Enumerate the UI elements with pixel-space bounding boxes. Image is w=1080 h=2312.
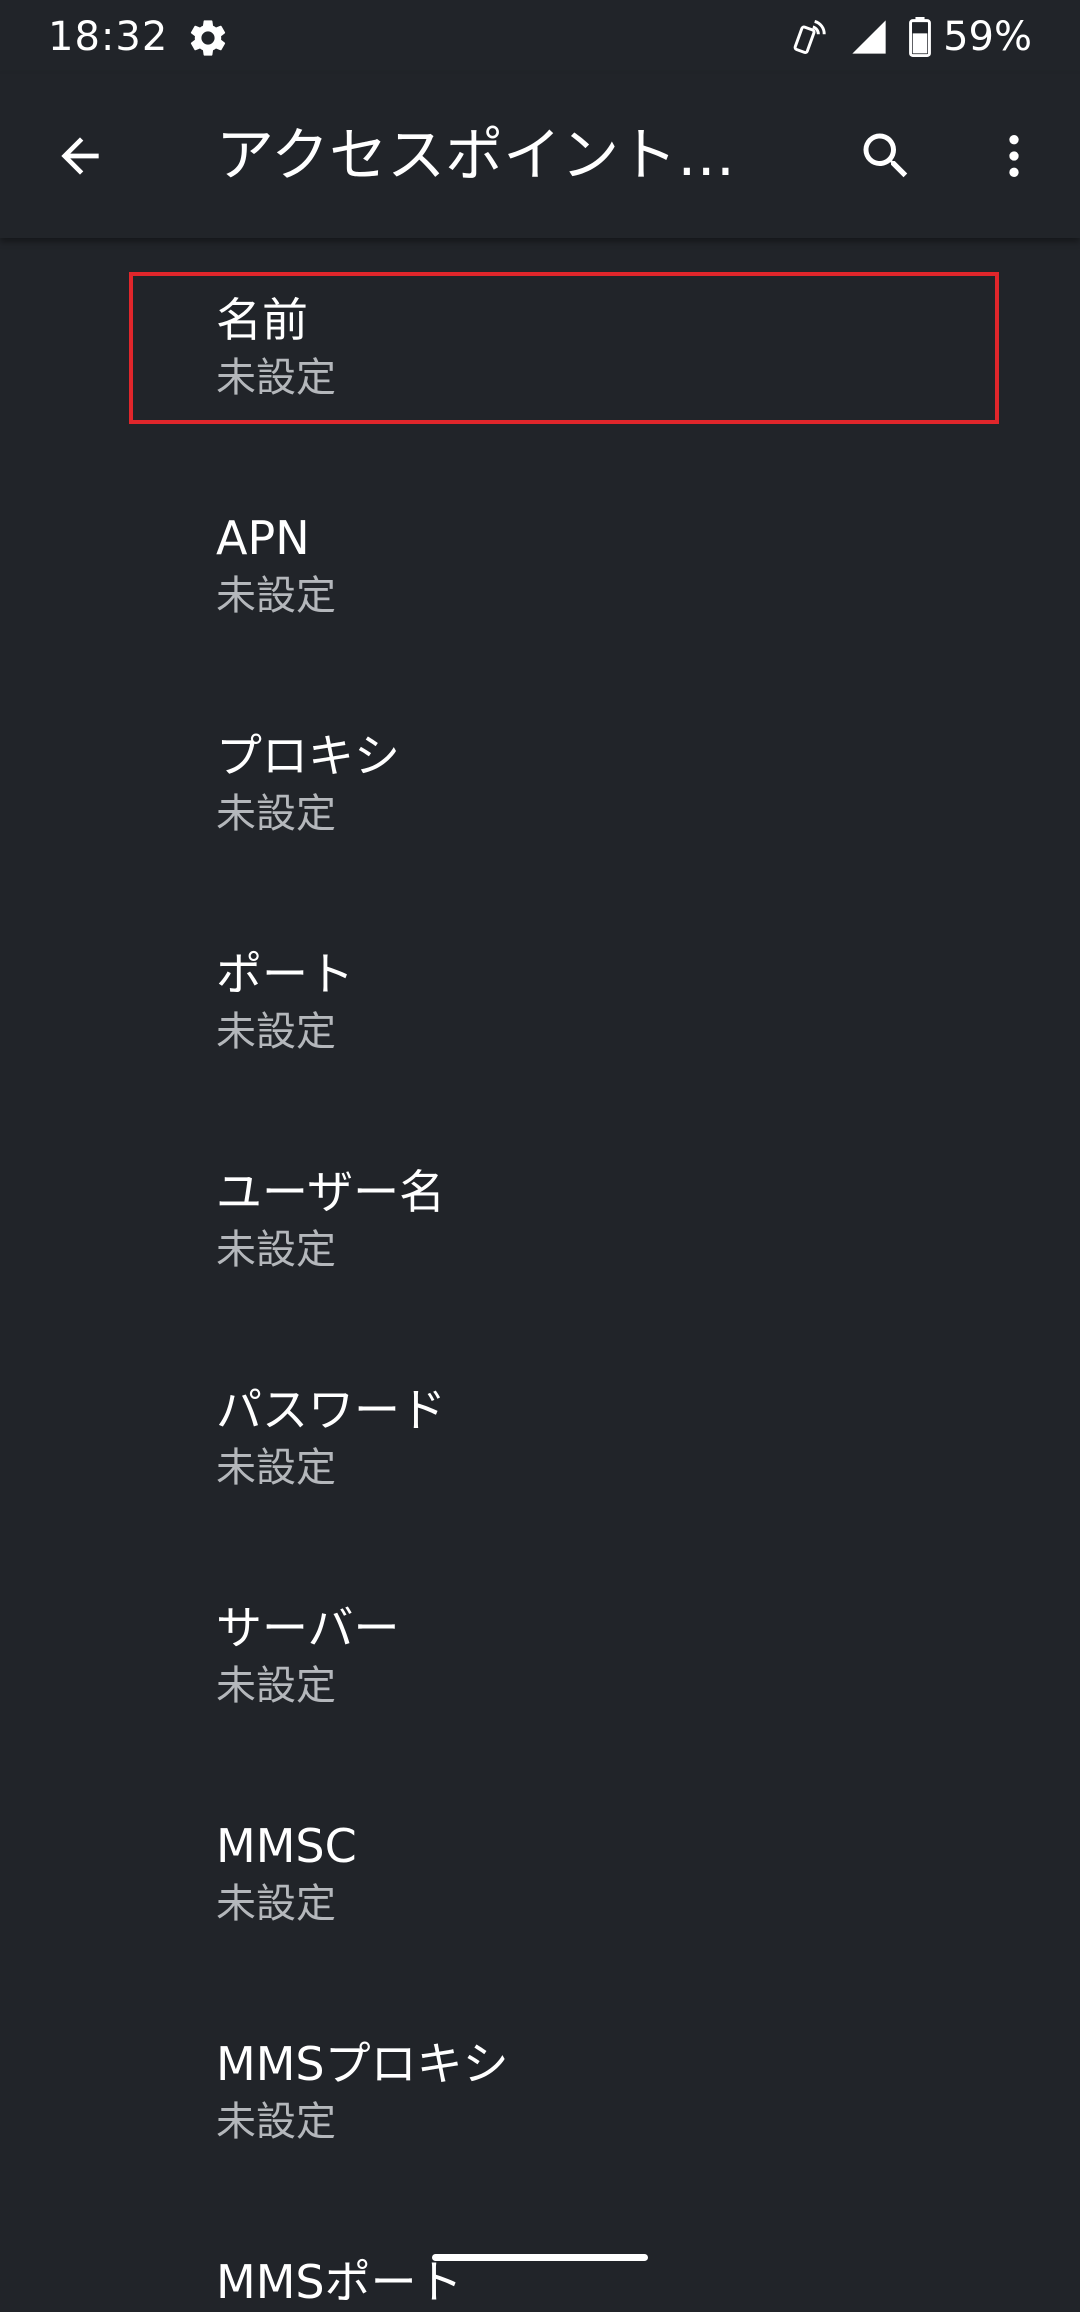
status-icons: 59% xyxy=(789,12,1032,62)
signal-icon xyxy=(852,20,886,54)
list-item-summary: 未設定 xyxy=(216,791,336,837)
battery-icon xyxy=(909,17,932,57)
list-item-name[interactable]: 名前 未設定 xyxy=(0,238,1080,456)
search-icon xyxy=(863,133,908,178)
list-item-title: MMSC xyxy=(216,1819,357,1873)
search-button[interactable] xyxy=(846,116,926,196)
home-indicator[interactable] xyxy=(432,2254,648,2261)
list-item-title: ユーザー名 xyxy=(216,1165,446,1219)
battery-percent: 59% xyxy=(943,14,1032,60)
arrow-back-icon xyxy=(61,137,99,175)
list-item-server[interactable]: サーバー 未設定 xyxy=(0,1546,1080,1764)
list-item-title: MMSポート xyxy=(216,2255,463,2309)
list-item-title: サーバー xyxy=(216,1601,400,1655)
list-item-title: 名前 xyxy=(216,293,308,347)
list-item-password[interactable]: パスワード 未設定 xyxy=(0,1328,1080,1546)
status-time: 18:32 xyxy=(48,14,169,60)
list-item-port[interactable]: ポート 未設定 xyxy=(0,892,1080,1110)
list-item-summary: 未設定 xyxy=(216,573,336,619)
list-item-proxy[interactable]: プロキシ 未設定 xyxy=(0,674,1080,892)
list-item-summary: 未設定 xyxy=(216,1227,336,1273)
list-item-username[interactable]: ユーザー名 未設定 xyxy=(0,1110,1080,1328)
list-item-apn[interactable]: APN 未設定 xyxy=(0,456,1080,674)
back-button[interactable] xyxy=(40,116,120,196)
nfc-icon xyxy=(793,19,826,54)
list-item-mms-port[interactable]: MMSポート xyxy=(0,2200,1080,2309)
list-item-mms-proxy[interactable]: MMSプロキシ 未設定 xyxy=(0,1982,1080,2200)
list-item-summary: 未設定 xyxy=(216,2099,336,2145)
list-item-summary: 未設定 xyxy=(216,355,336,401)
list-item-summary: 未設定 xyxy=(216,1881,336,1927)
list-item-title: パスワード xyxy=(216,1383,446,1437)
more-vert-icon xyxy=(1009,135,1019,177)
more-options-button[interactable] xyxy=(974,116,1054,196)
list-item-summary: 未設定 xyxy=(216,1663,336,1709)
list-item-summary: 未設定 xyxy=(216,1445,336,1491)
app-bar: アクセスポイント… xyxy=(0,74,1080,238)
list-item-mmsc[interactable]: MMSC 未設定 xyxy=(0,1764,1080,1982)
list-item-title: ポート xyxy=(216,947,354,1001)
list-item-title: MMSプロキシ xyxy=(216,2037,509,2091)
status-bar: 18:32 59% xyxy=(0,0,1080,74)
list-item-title: APN xyxy=(216,511,310,565)
list-item-title: プロキシ xyxy=(216,729,400,783)
page-title: アクセスポイント… xyxy=(216,121,736,189)
list-item-summary: 未設定 xyxy=(216,1009,336,1055)
gear-icon xyxy=(190,20,226,56)
